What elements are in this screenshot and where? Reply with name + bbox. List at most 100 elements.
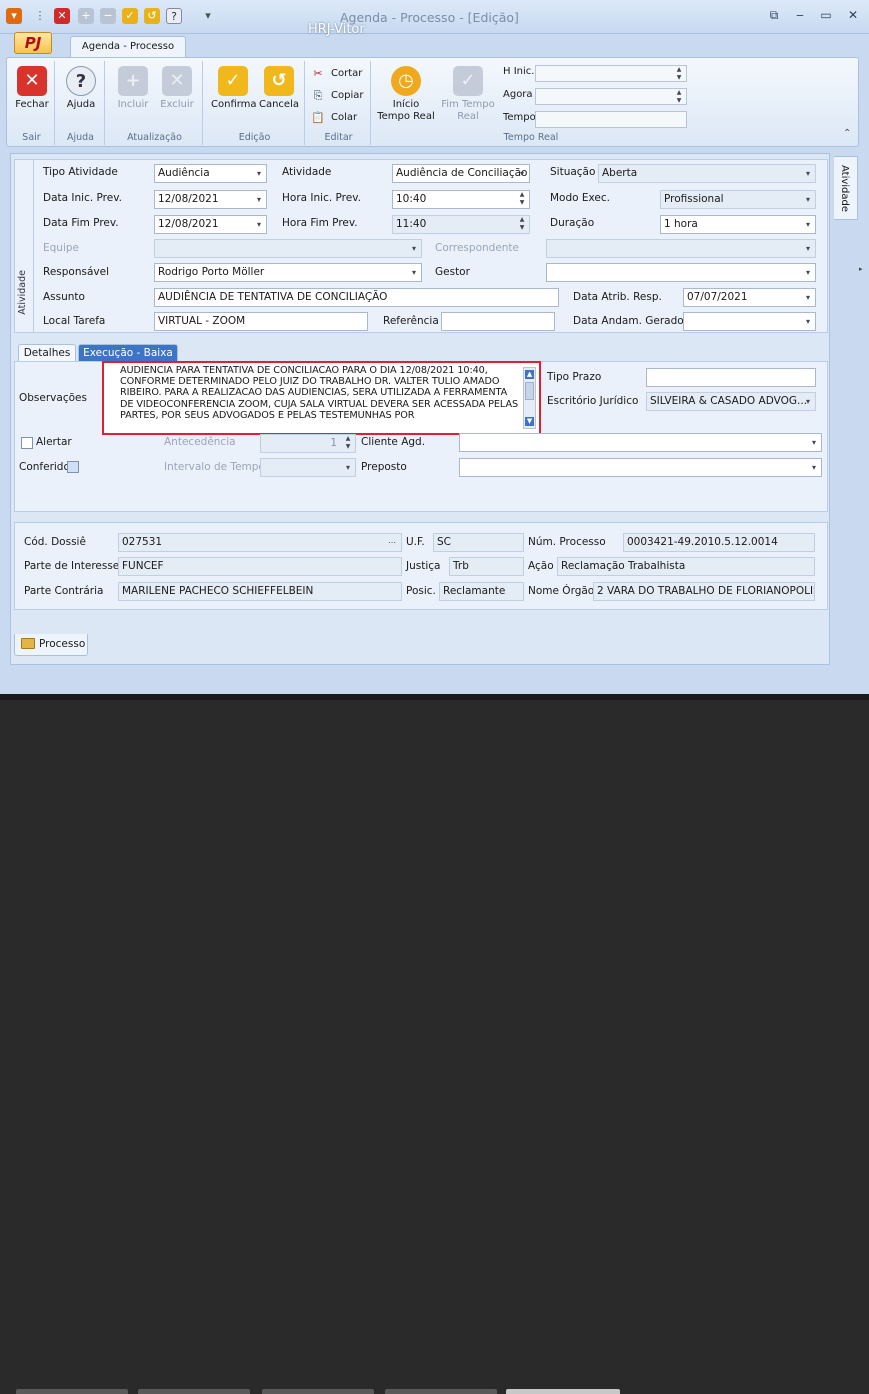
dropdown-arrow-icon[interactable]: ▾: [801, 216, 815, 233]
customize-toolbar-icon[interactable]: ▾: [200, 8, 216, 24]
dropdown-arrow-icon[interactable]: ▾: [801, 165, 815, 182]
maximize-icon[interactable]: ▭: [818, 8, 834, 22]
gestor-select[interactable]: ▾: [546, 263, 816, 282]
tab-atividade-side[interactable]: Atividade: [834, 156, 858, 220]
cliente-agd-select[interactable]: ▾: [459, 433, 822, 452]
help-icon[interactable]: ?: [166, 8, 182, 24]
cancela-button[interactable]: ↺ Cancela: [257, 64, 301, 120]
h-inic-input[interactable]: ▲ ▼: [535, 65, 687, 82]
inicio-tempo-real-button[interactable]: ◷ Início Tempo Real: [375, 64, 437, 122]
equipe-select[interactable]: ▾: [154, 239, 422, 258]
minimize-icon[interactable]: ‒: [792, 8, 808, 22]
scroll-up-icon[interactable]: ▲: [525, 370, 534, 379]
taskbar-item[interactable]: [16, 1389, 128, 1394]
justica-input[interactable]: Trb: [449, 557, 524, 576]
preposto-select[interactable]: ▾: [459, 458, 822, 477]
local-tarefa-input[interactable]: VIRTUAL - ZOOM: [154, 312, 368, 331]
tempo-input[interactable]: [535, 111, 687, 128]
antecedencia-input[interactable]: 1 ▲ ▼: [260, 434, 356, 453]
alertar-checkbox[interactable]: [21, 437, 33, 449]
data-fim-prev-input[interactable]: 12/08/2021 ▾: [154, 215, 267, 234]
spin-icon[interactable]: ▲ ▼: [673, 66, 685, 83]
scroll-down-icon[interactable]: ▼: [525, 417, 534, 426]
conferido-checkbox[interactable]: [67, 461, 79, 473]
observacoes-textarea[interactable]: AUDIENCIA PARA TENTATIVA DE CONCILIACAO …: [102, 361, 541, 435]
confirma-button[interactable]: ✓ Confirma: [211, 64, 257, 120]
taskbar-item-active[interactable]: [506, 1389, 620, 1394]
dropdown-arrow-icon[interactable]: ▾: [252, 191, 266, 208]
acao-input[interactable]: Reclamação Trabalhista: [557, 557, 815, 576]
dropdown-arrow-icon[interactable]: ▾: [407, 240, 421, 257]
parte-interesse-input[interactable]: FUNCEF: [118, 557, 402, 576]
dropdown-arrow-icon[interactable]: ▾: [252, 216, 266, 233]
taskbar-item[interactable]: [385, 1389, 497, 1394]
close-window-icon[interactable]: ✕: [845, 8, 861, 22]
modo-exec-select[interactable]: Profissional ▾: [660, 190, 816, 209]
correspondente-select[interactable]: ▾: [546, 239, 816, 258]
restore-icon[interactable]: ⧉: [766, 8, 782, 22]
taskbar-item[interactable]: [262, 1389, 374, 1394]
posic-input[interactable]: Reclamante: [439, 582, 524, 601]
tipo-prazo-input[interactable]: [646, 368, 816, 387]
dropdown-arrow-icon[interactable]: ▾: [515, 165, 529, 182]
dropdown-arrow-icon[interactable]: ▾: [341, 459, 355, 476]
cortar-button[interactable]: ✂ Cortar: [309, 65, 362, 83]
spin-icon[interactable]: ▲ ▼: [673, 89, 685, 106]
cod-dossie-input[interactable]: 027531 ⋯: [118, 533, 402, 552]
app-logo[interactable]: PJ: [14, 32, 52, 54]
referencia-input[interactable]: [441, 312, 555, 331]
dropdown-arrow-icon[interactable]: ▾: [807, 459, 821, 476]
tipo-atividade-select[interactable]: Audiência ▾: [154, 164, 267, 183]
copiar-button[interactable]: ⎘ Copiar: [309, 87, 364, 105]
dropdown-arrow-icon[interactable]: ▾: [801, 313, 815, 330]
fim-tempo-real-button[interactable]: ✓ Fim Tempo Real: [437, 64, 499, 122]
hora-inic-prev-input[interactable]: 10:40 ▲ ▼: [392, 190, 530, 209]
uf-input[interactable]: SC: [433, 533, 524, 552]
cancel-icon[interactable]: ↺: [144, 8, 160, 24]
close-doc-icon[interactable]: ✕: [54, 8, 70, 24]
assunto-input[interactable]: AUDIÊNCIA DE TENTATIVA DE CONCILIAÇÃO: [154, 288, 559, 307]
duracao-select[interactable]: 1 hora ▾: [660, 215, 816, 234]
tab-detalhes[interactable]: Detalhes: [18, 344, 76, 362]
data-atrib-resp-input[interactable]: 07/07/2021 ▾: [683, 288, 816, 307]
delete-icon[interactable]: −: [100, 8, 116, 24]
escritorio-juridico-select[interactable]: SILVEIRA & CASADO ADVOG... ▾: [646, 392, 816, 411]
incluir-button[interactable]: + Incluir: [113, 64, 153, 120]
spin-icon[interactable]: ▲ ▼: [342, 435, 354, 452]
add-icon[interactable]: +: [78, 8, 94, 24]
dropdown-arrow-icon[interactable]: ▾: [801, 289, 815, 306]
atividade-select[interactable]: Audiência de Conciliação ▾: [392, 164, 530, 183]
colar-button[interactable]: 📋 Colar: [309, 109, 357, 127]
observacoes-scrollbar[interactable]: ▲ ▼: [523, 367, 536, 429]
situacao-select[interactable]: Aberta ▾: [598, 164, 816, 183]
parte-contraria-input[interactable]: MARILENE PACHECO SCHIEFFELBEIN: [118, 582, 402, 601]
tab-processo[interactable]: Processo: [14, 634, 88, 656]
nome-orgao-input[interactable]: 2 VARA DO TRABALHO DE FLORIANOPOLIS: [593, 582, 815, 601]
data-inic-prev-input[interactable]: 12/08/2021 ▾: [154, 190, 267, 209]
fechar-button[interactable]: ✕ Fechar: [12, 64, 52, 120]
office-menu-icon[interactable]: ▾: [6, 8, 22, 24]
intervalo-tempo-select[interactable]: ▾: [260, 458, 356, 477]
dropdown-arrow-icon[interactable]: ▾: [801, 240, 815, 257]
scroll-arrow-icon[interactable]: ▸: [859, 265, 868, 273]
tab-agenda-processo[interactable]: Agenda - Processo: [70, 36, 186, 58]
tab-execucao-baixa[interactable]: Execução - Baixa: [78, 344, 178, 362]
collapse-ribbon-icon[interactable]: ⌃: [843, 128, 851, 139]
dropdown-arrow-icon[interactable]: ▾: [801, 393, 815, 410]
ellipsis-icon[interactable]: ⋯: [383, 534, 401, 551]
num-processo-input[interactable]: 0003421-49.2010.5.12.0014: [623, 533, 815, 552]
confirm-icon[interactable]: ✓: [122, 8, 138, 24]
responsavel-select[interactable]: Rodrigo Porto Möller ▾: [154, 263, 422, 282]
dropdown-arrow-icon[interactable]: ▾: [407, 264, 421, 281]
taskbar-item[interactable]: [138, 1389, 250, 1394]
dropdown-arrow-icon[interactable]: ▾: [252, 165, 266, 182]
spin-icon[interactable]: ▲ ▼: [516, 191, 528, 208]
dropdown-arrow-icon[interactable]: ▾: [807, 434, 821, 451]
dropdown-arrow-icon[interactable]: ▾: [801, 264, 815, 281]
hora-fim-prev-input[interactable]: 11:40 ▲ ▼: [392, 215, 530, 234]
dropdown-arrow-icon[interactable]: ▾: [801, 191, 815, 208]
agora-input[interactable]: ▲ ▼: [535, 88, 687, 105]
spin-icon[interactable]: ▲ ▼: [516, 216, 528, 233]
ajuda-button[interactable]: ? Ajuda: [61, 64, 101, 120]
scroll-thumb[interactable]: [525, 382, 534, 400]
